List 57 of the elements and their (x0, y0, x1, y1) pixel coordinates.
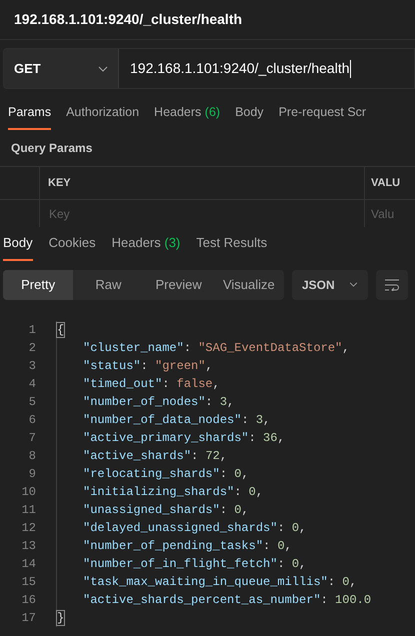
line-number: 9 (28, 466, 36, 482)
code-line: "timed_out": false, (83, 376, 220, 392)
tab[interactable]: Cookies (48, 233, 96, 260)
window-title: 192.168.1.101:9240/_cluster/health (14, 10, 242, 29)
line-number: 13 (20, 538, 36, 554)
code-line: "relocating_shards": 0, (83, 466, 249, 482)
code-line: "active_shards_percent_as_number": 100.0 (83, 592, 372, 608)
code-line: "active_shards": 72, (83, 448, 228, 464)
code-line: "delayed_unassigned_shards": 0, (83, 520, 306, 536)
wrap-lines-button[interactable] (376, 270, 408, 300)
code-line: "number_of_nodes": 3, (83, 394, 234, 410)
code-line: "number_of_data_nodes": 3, (83, 412, 270, 428)
view-mode-tab[interactable]: Preview (144, 270, 214, 300)
line-number: 12 (20, 520, 36, 536)
line-number: 2 (28, 340, 36, 356)
column-header: VALU (371, 176, 400, 191)
line-number: 11 (20, 502, 36, 518)
line-number: 3 (28, 358, 36, 374)
code-line: "unassigned_shards": 0, (83, 502, 249, 518)
code-line: } (57, 610, 64, 626)
line-number: 5 (28, 394, 36, 410)
line-number: 14 (20, 556, 36, 572)
code-line: "number_of_in_flight_fetch": 0, (83, 556, 306, 572)
line-number: 16 (20, 592, 36, 608)
line-number: 15 (20, 574, 36, 590)
line-number: 10 (20, 484, 36, 500)
view-mode-tab[interactable]: Visualize (214, 270, 284, 300)
code-line: "number_of_pending_tasks": 0, (83, 538, 292, 554)
tab[interactable]: Body (235, 103, 264, 130)
view-mode-tab[interactable]: Raw (73, 270, 144, 300)
line-number: 6 (28, 412, 36, 428)
format-dropdown[interactable]: JSON (292, 270, 368, 300)
code-line: { (57, 322, 64, 338)
line-number: 4 (28, 376, 36, 392)
line-number: 7 (28, 430, 36, 446)
tab[interactable]: Headers (6) (154, 103, 220, 130)
code-line: "active_primary_shards": 36, (83, 430, 285, 446)
chevron-down-icon (349, 282, 358, 287)
section-title: Query Params (11, 140, 92, 157)
code-line: "cluster_name": "SAG_EventDataStore", (83, 340, 350, 356)
wrap-lines-icon (384, 278, 400, 290)
code-line: "status": "green", (83, 358, 213, 374)
code-line: "task_max_waiting_in_queue_millis": 0, (83, 574, 357, 590)
line-number: 8 (28, 448, 36, 464)
value-input-field[interactable]: Valu (371, 204, 411, 222)
line-number: 17 (20, 610, 36, 626)
tab[interactable]: Test Results (196, 233, 268, 260)
tab[interactable]: Params (8, 103, 52, 130)
tab[interactable]: Pre-request Scr (278, 103, 366, 130)
column-header: KEY (48, 176, 71, 191)
tab[interactable]: Headers (3) (112, 233, 180, 260)
tab[interactable]: Body (3, 233, 33, 260)
view-mode-tab[interactable]: Pretty (3, 270, 74, 300)
tab[interactable]: Authorization (66, 103, 140, 130)
line-number: 1 (28, 322, 36, 338)
code-line: "initializing_shards": 0, (83, 484, 264, 500)
key-input-field[interactable]: Key (49, 204, 355, 222)
